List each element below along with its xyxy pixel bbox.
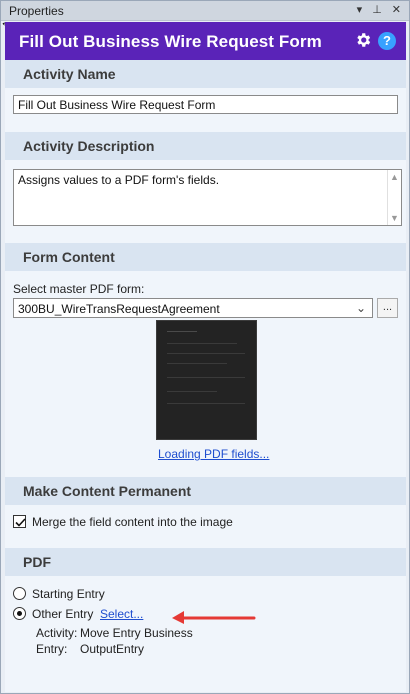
activity-value: Move Entry Business [80,626,193,640]
properties-panel: Properties ▾ ⊥ ✕ ↔ Fill Out Business Wir… [0,0,410,694]
activity-description-field[interactable]: Assigns values to a PDF form's fields. ▲… [13,169,402,226]
loading-pdf-fields-link[interactable]: Loading PDF fields... [158,447,269,461]
scroll-down-icon[interactable]: ▼ [390,213,399,223]
section-pdf[interactable]: PDF [5,548,406,576]
section-activity-description[interactable]: Activity Description [5,132,406,160]
entry-value: OutputEntry [80,642,145,656]
scroll-up-icon[interactable]: ▲ [390,172,399,182]
activity-title: Fill Out Business Wire Request Form [19,32,322,51]
activity-label: Activity: [36,626,78,640]
master-pdf-value: 300BU_WireTransRequestAgreement [18,302,220,316]
section-make-permanent[interactable]: Make Content Permanent [5,477,406,505]
entry-label: Entry: [36,642,68,656]
merge-content-checkbox[interactable] [13,515,26,528]
section-activity-name[interactable]: Activity Name [5,60,406,88]
panel-controls: ▾ ⊥ ✕ [357,3,401,16]
merge-content-label: Merge the field content into the image [32,515,233,529]
browse-button[interactable]: ... [377,298,398,318]
pin-icon[interactable]: ⊥ [372,3,382,16]
panel-titlebar: Properties ▾ ⊥ ✕ [1,1,409,21]
other-entry-label: Other Entry [32,607,94,621]
arrow-icon [172,611,256,624]
panel-title: Properties [9,4,64,18]
select-pdf-label: Select master PDF form: [13,282,145,296]
checkmark-icon [15,518,26,527]
panel-dropdown-icon[interactable]: ▾ [357,3,363,16]
description-scrollbar[interactable]: ▲ ▼ [387,170,401,225]
activity-header: Fill Out Business Wire Request Form ? [5,22,406,60]
section-form-content[interactable]: Form Content [5,243,406,271]
gear-icon[interactable] [354,31,372,49]
starting-entry-label: Starting Entry [32,587,105,601]
activity-name-field[interactable]: Fill Out Business Wire Request Form [13,95,398,114]
master-pdf-select[interactable]: 300BU_WireTransRequestAgreement ⌄ [13,298,373,318]
chevron-down-icon: ⌄ [355,301,366,315]
pdf-thumbnail [156,320,257,440]
starting-entry-radio[interactable] [13,587,26,600]
activity-description-text: Assigns values to a PDF form's fields. [18,173,220,187]
other-entry-radio[interactable] [13,607,26,620]
close-icon[interactable]: ✕ [392,3,401,16]
panel-content: Activity Name Fill Out Business Wire Req… [5,60,406,692]
select-entry-link[interactable]: Select... [100,607,143,621]
help-icon[interactable]: ? [378,32,396,50]
